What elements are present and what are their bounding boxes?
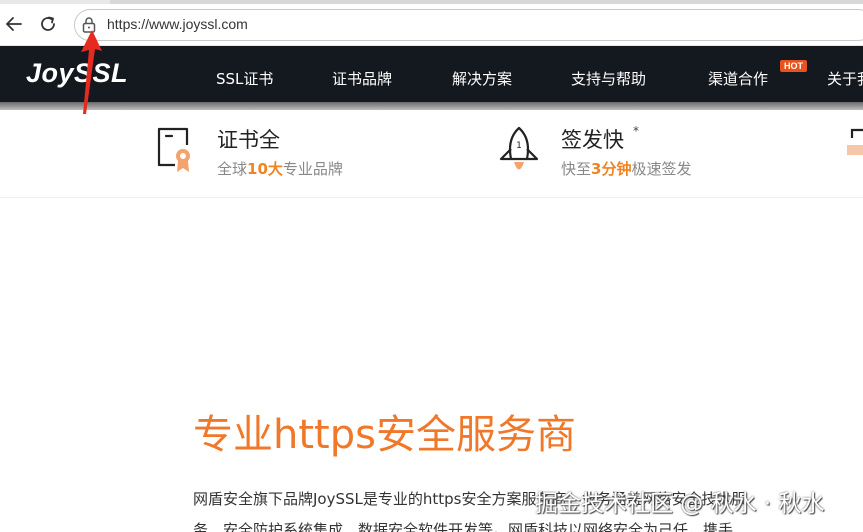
feature-title-cert: 证书全 [217,128,280,152]
nav-item-ssl-cert[interactable]: SSL证书 [216,68,273,89]
feature-sub-fast: 快至3分钟极速签发 [561,160,692,178]
active-tab[interactable] [110,0,863,4]
rocket-icon: 1 [499,126,539,170]
back-button[interactable] [2,12,26,36]
nav-item-solutions[interactable]: 解决方案 [452,68,512,89]
nav-item-cert-brands[interactable]: 证书品牌 [332,68,392,89]
nav-item-channel[interactable]: 渠道合作 [708,68,768,89]
feature-icon-partial [847,128,863,155]
hero-title: 专业https安全服务商 [193,412,576,458]
feature-title-fast: 签发快 [561,128,624,152]
arrow-left-icon [6,17,22,31]
tab-strip [0,0,863,4]
certificate-icon [157,127,190,172]
intro-paragraph-line-2: 务、安全防护系统集成、数据安全软件开发等。网盾科技以网络安全为己任，携手 [193,521,734,532]
browser-toolbar: https://www.joyssl.com [0,0,863,46]
svg-text:1: 1 [516,141,522,151]
nav-item-support[interactable]: 支持与帮助 [571,68,646,89]
hot-badge: HOT [780,60,807,72]
annotation-arrow-icon [81,30,102,114]
reload-icon [41,16,55,31]
watermark: 掘金技术社区 @ 秋水 · 秋水 [535,491,825,517]
feature-title-asterisk: * [633,124,639,138]
reload-button[interactable] [36,12,60,36]
feature-bar [0,110,863,198]
feature-sub-cert: 全球10大专业品牌 [217,160,343,178]
nav-item-about[interactable]: 关于我 [827,68,863,89]
header-shadow [0,102,863,110]
url-text[interactable]: https://www.joyssl.com [107,16,248,32]
